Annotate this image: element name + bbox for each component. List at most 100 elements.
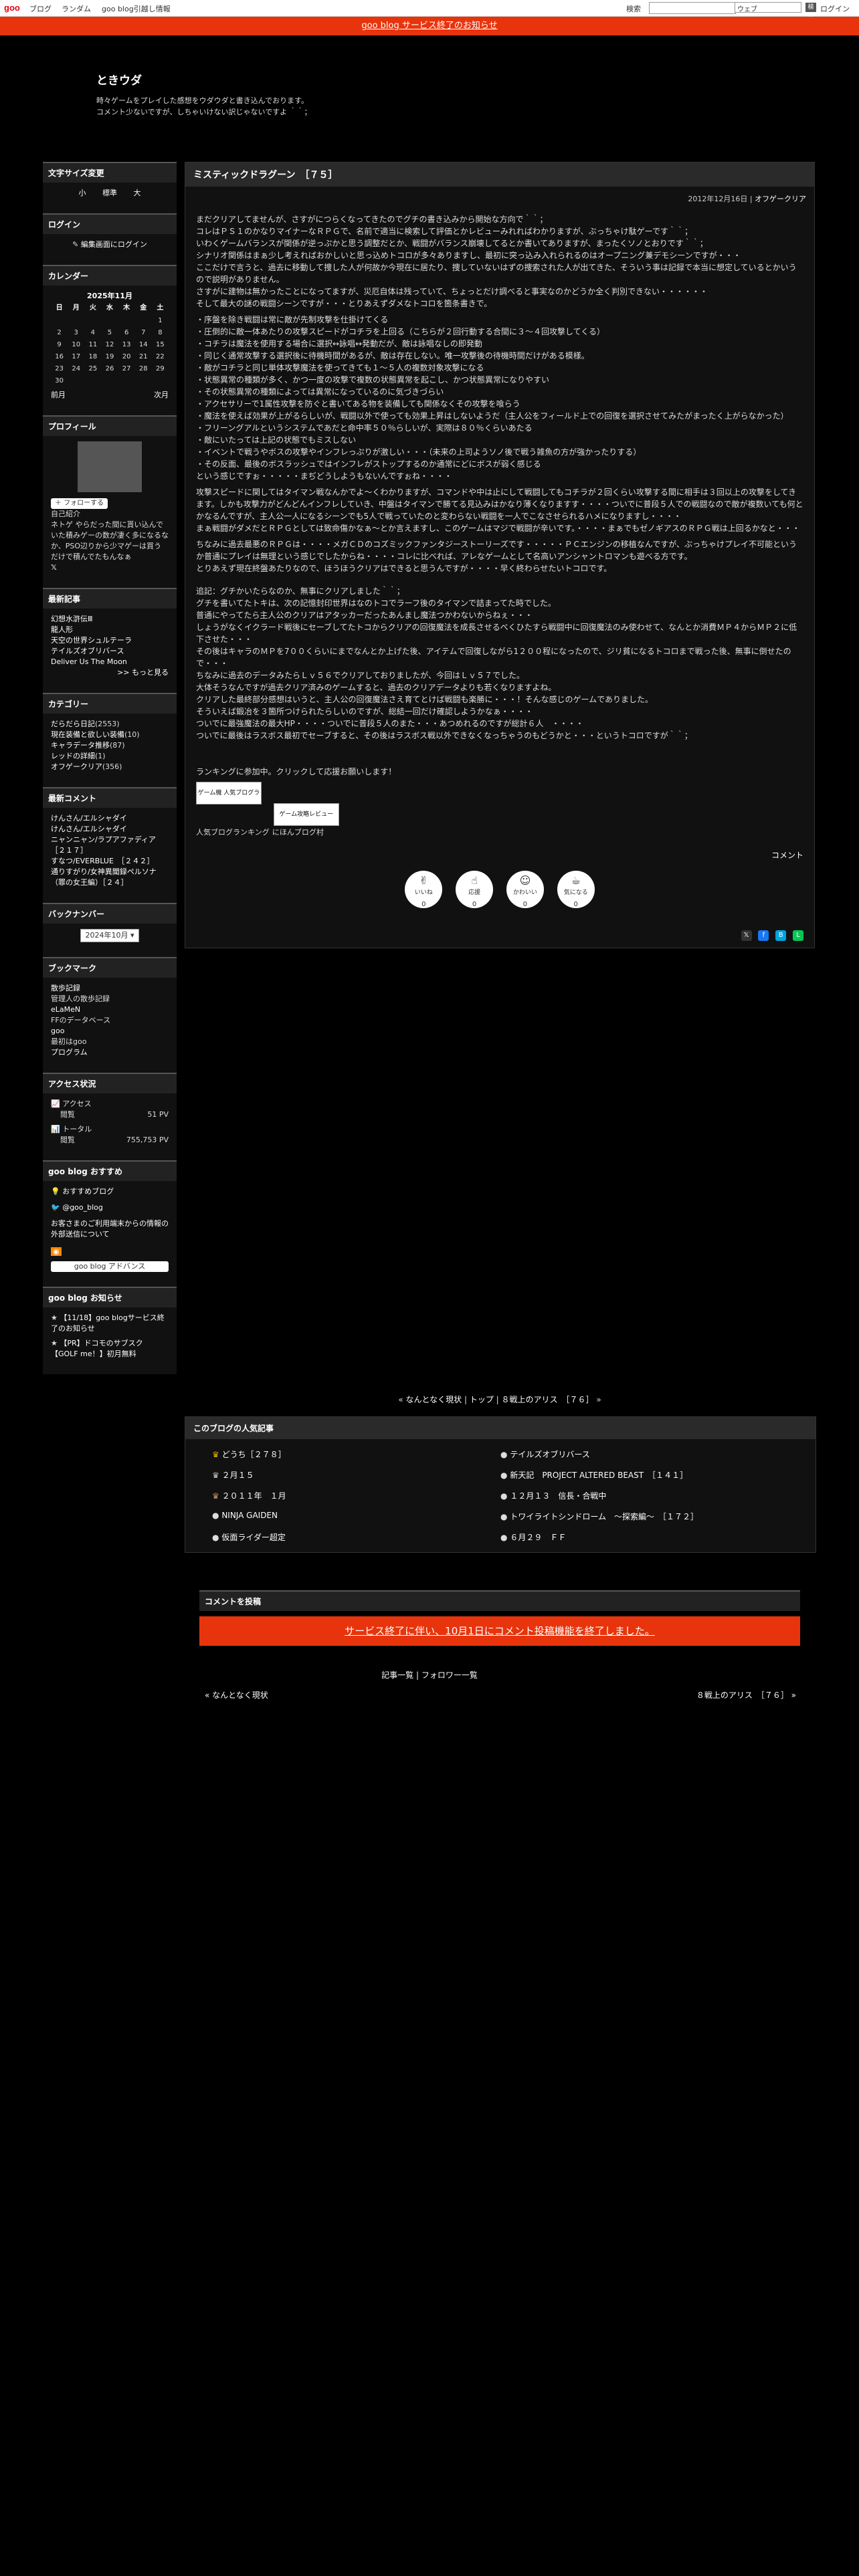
topbar-link-random[interactable]: ランダム xyxy=(62,3,91,14)
bookmark-link[interactable]: eLaMeN xyxy=(51,1005,80,1014)
calendar-day-header: 金 xyxy=(140,304,147,312)
search-scope-select[interactable]: ウェブ xyxy=(735,2,801,13)
like-icon: ✌ xyxy=(419,874,428,887)
recent-post-link[interactable]: 天空の世界シュルテーラ xyxy=(51,636,132,645)
popular-post-link[interactable]: ２月１５ xyxy=(222,1471,254,1480)
post-title[interactable]: ミスティックドラグーン ［７５］ xyxy=(185,163,814,187)
access-icon: 📈 xyxy=(51,1099,60,1108)
bullet-icon: ● xyxy=(500,1512,508,1521)
category-count: (356) xyxy=(102,762,122,771)
recent-posts-more-link[interactable]: >> もっと見る xyxy=(117,668,169,677)
line-share-icon[interactable]: L xyxy=(793,930,803,941)
calendar-day-header: 日 xyxy=(56,304,63,312)
topbar-link-blog[interactable]: ブログ xyxy=(29,3,52,14)
font-large-link[interactable]: 大 xyxy=(133,189,140,197)
popular-post-link[interactable]: 仮面ライダー超定 xyxy=(221,1533,286,1542)
blog-title[interactable]: ときウダ xyxy=(96,71,142,88)
bookmark-link[interactable]: 散歩記録 xyxy=(51,984,80,992)
backnumber-select[interactable]: 2024年10月 ▾ xyxy=(80,929,139,942)
hatena-share-icon[interactable]: B xyxy=(775,930,787,941)
post-category-link[interactable]: オフゲークリア xyxy=(755,195,806,203)
font-small-link[interactable]: 小 xyxy=(79,189,86,197)
ranking-message: ランキングに参加中。クリックして応援お願いします！ xyxy=(196,767,397,776)
goo-blog-twitter-link[interactable]: @goo_blog xyxy=(62,1203,103,1212)
profile-avatar[interactable] xyxy=(78,441,142,492)
goo-news-link[interactable]: 【PR】ドコモのサブスク【GOLF me！】初月無料 xyxy=(51,1339,143,1358)
access-label: アクセス xyxy=(62,1099,92,1108)
calendar-day: 14 xyxy=(138,341,148,348)
recent-comment-link[interactable]: 通りすがり/女神異聞録ペルソナ（罪の女王編）［２４］ xyxy=(51,867,157,887)
recent-post-link[interactable]: 幻想水滸伝Ⅲ xyxy=(51,615,93,623)
follow-button[interactable]: ＋ フォローする xyxy=(51,498,108,509)
category-link[interactable]: だらだら日記 xyxy=(51,720,95,728)
topbar-link-migration[interactable]: goo blog引越し情報 xyxy=(102,3,171,14)
recent-comment-link[interactable]: すなつ/EVERBLUE ［２４２］ xyxy=(51,857,154,865)
reaction-like-button[interactable]: ✌ いいね 0 xyxy=(405,871,443,908)
gold-crown-icon: ♛ xyxy=(212,1450,219,1459)
search-input[interactable] xyxy=(649,2,736,14)
bookmark-link[interactable]: goo xyxy=(51,1027,64,1035)
recent-comment-link[interactable]: ニャンニャン/ラプアファディア ［２１７］ xyxy=(51,835,163,855)
rss-icon[interactable]: ◉ xyxy=(51,1247,62,1256)
footer-next-link[interactable]: ８戦上のアリス ［７６］ xyxy=(696,1691,789,1700)
bookmark-link[interactable]: プログラム xyxy=(51,1048,88,1057)
reaction-cute-button[interactable]: ☺ かわいい 0 xyxy=(506,871,544,908)
popular-post-link[interactable]: ２０１１年 １月 xyxy=(222,1491,286,1501)
login-heading: ログイン xyxy=(43,213,177,234)
reaction-curious-button[interactable]: ☕ 気になる 0 xyxy=(557,871,595,908)
recent-post-link[interactable]: 龍人形 xyxy=(51,625,73,634)
calendar-day: 1 xyxy=(158,317,163,324)
popular-post-link[interactable]: ６月２９ ＦＦ xyxy=(510,1533,566,1542)
x-icon[interactable]: 𝕏 xyxy=(51,562,169,573)
x-share-icon[interactable]: 𝕏 xyxy=(741,930,752,941)
topbar-login-link[interactable]: ログイン xyxy=(820,3,850,14)
recommend-blog-link[interactable]: おすすめブログ xyxy=(62,1187,114,1196)
footer-prev-link[interactable]: なんとなく現状 xyxy=(212,1691,268,1700)
admin-login-link[interactable]: 編集画面にログイン xyxy=(81,240,147,249)
popular-post-link[interactable]: NINJA GAIDEN xyxy=(221,1511,278,1520)
facebook-share-icon[interactable]: f xyxy=(758,930,769,941)
recent-post-link[interactable]: テイルズオブリバース xyxy=(51,647,124,655)
goo-logo[interactable]: goo xyxy=(4,3,20,13)
popular-post-link[interactable]: トワイライトシンドローム 〜探索編〜 ［１７２］ xyxy=(510,1512,698,1521)
comment-closed-notice[interactable]: サービス終了に伴い、10月1日にコメント投稿機能を終了しました。 xyxy=(199,1616,800,1646)
popular-post-link[interactable]: どうち［２７８］ xyxy=(222,1450,286,1459)
font-normal-link[interactable]: 標準 xyxy=(102,189,117,197)
reaction-label: 応援 xyxy=(468,889,481,896)
recent-comment-link[interactable]: けんさん/エルシャダイ xyxy=(51,814,127,823)
reaction-count: 0 xyxy=(472,901,477,908)
calendar-next-link[interactable]: 次月 xyxy=(154,390,169,401)
calendar-day: 4 xyxy=(90,329,96,336)
popular-post-link[interactable]: 新天記 PROJECT ALTERED BEAST ［１４１］ xyxy=(510,1471,688,1480)
recent-posts-box: 最新記事 幻想水滸伝Ⅲ 龍人形 天空の世界シュルテーラ テイルズオブリバース D… xyxy=(43,588,177,683)
comment-link[interactable]: コメント xyxy=(771,851,803,860)
popular-posts-box: このブログの人気記事 ♛ どうち［２７８］ ● テイルズオブリバース ♛ ２月１… xyxy=(185,1416,816,1553)
category-link[interactable]: レッドの詳細 xyxy=(51,752,95,760)
post-pager: « なんとなく現状 | トップ | ８戦上のアリス ［７６］ » xyxy=(398,1395,601,1404)
recent-comment-link[interactable]: けんさん/エルシャダイ xyxy=(51,825,127,833)
pager-top-link[interactable]: トップ xyxy=(470,1395,494,1404)
reaction-cheer-button[interactable]: ☝ 応援 0 xyxy=(456,871,494,908)
category-link[interactable]: キャラデータ推移 xyxy=(51,741,110,750)
recent-post-link[interactable]: Deliver Us The Moon xyxy=(51,657,127,666)
pager-next-link[interactable]: ８戦上のアリス ［７６］ xyxy=(502,1395,594,1404)
main-content: ミスティックドラグーン ［７５］ 2012年12月16日 | オフゲークリア ま… xyxy=(185,162,815,948)
ranking-banner-1[interactable]: ゲーム機 人気ブログランキング xyxy=(196,782,262,818)
calendar-prev-link[interactable]: 前月 xyxy=(51,390,66,401)
category-link[interactable]: 現在装備と欲しい装備 xyxy=(51,730,124,739)
search-button[interactable]: 検索 xyxy=(805,3,816,20)
pager-prev-link[interactable]: なんとなく現状 xyxy=(405,1395,462,1404)
service-end-notice-text[interactable]: goo blog サービス終了のお知らせ xyxy=(361,21,497,31)
goo-news-link[interactable]: 【11/18】goo blogサービス終了のお知らせ xyxy=(51,1313,165,1333)
goo-advance-banner[interactable]: goo blog アドバンス xyxy=(51,1261,169,1272)
external-info-link[interactable]: お客さまのご利用端末からの情報の外部送信について xyxy=(51,1219,169,1239)
calendar-day xyxy=(68,375,84,387)
follower-list-link[interactable]: フォロワー一覧 xyxy=(421,1671,478,1680)
popular-post-link[interactable]: テイルズオブリバース xyxy=(510,1450,589,1459)
ranking-banner-2[interactable]: ゲーム攻略レビュー xyxy=(273,803,339,826)
service-end-notice[interactable]: goo blog サービス終了のお知らせ xyxy=(0,17,859,35)
article-list-link[interactable]: 記事一覧 xyxy=(381,1671,413,1680)
popular-post-link[interactable]: １２月１３ 信長・合戦中 xyxy=(510,1491,606,1501)
category-link[interactable]: オフゲークリア xyxy=(51,762,102,771)
access-heading: アクセス状況 xyxy=(43,1073,177,1093)
